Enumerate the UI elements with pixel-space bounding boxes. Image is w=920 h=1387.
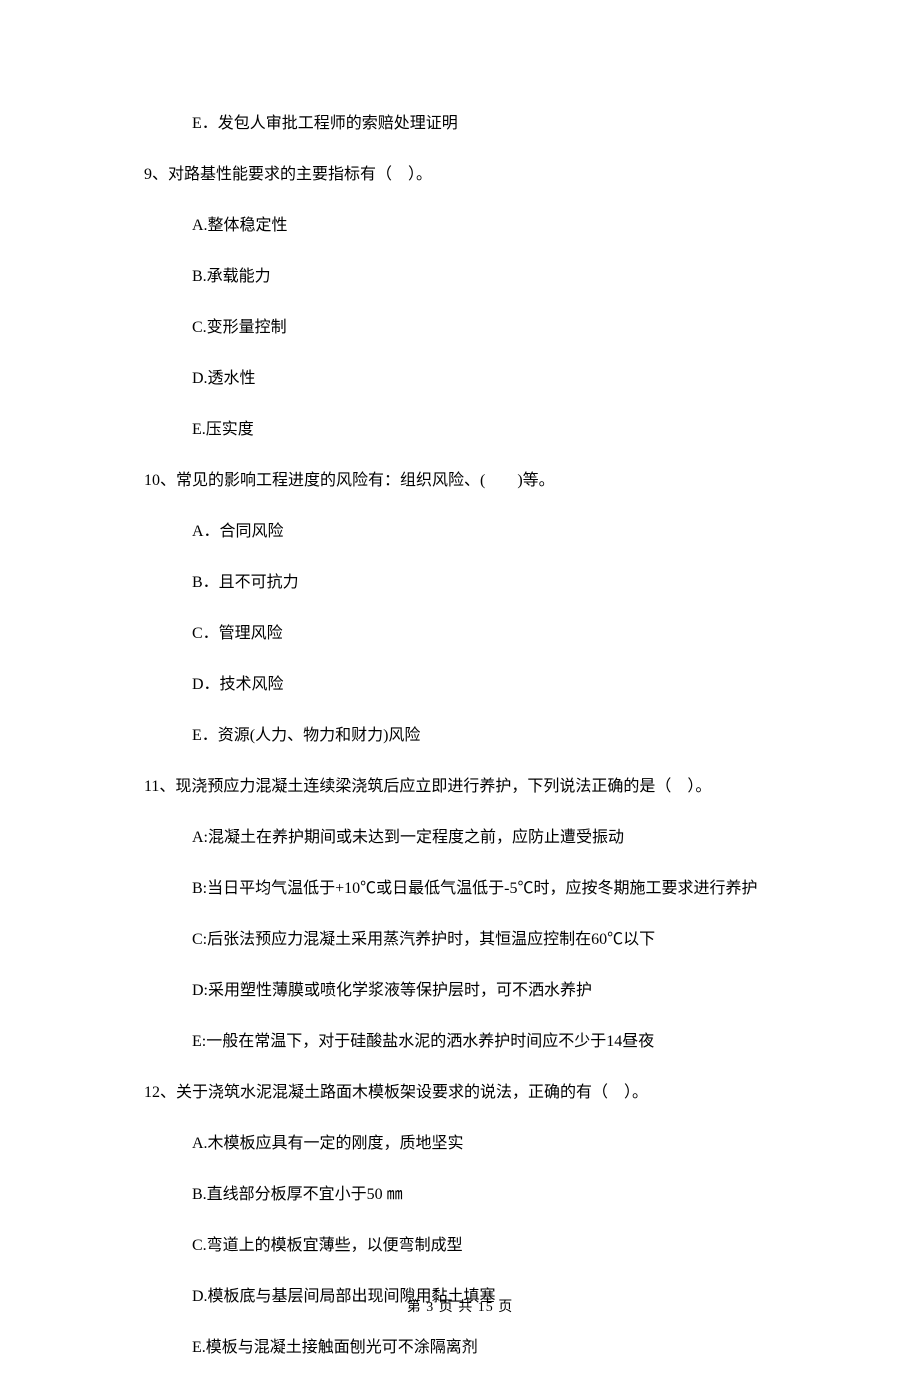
question-12-option-c: C.弯道上的模板宜薄些，以便弯制成型 (144, 1234, 812, 1258)
question-10-option-d: D．技术风险 (144, 673, 812, 697)
question-11-option-c: C:后张法预应力混凝土采用蒸汽养护时，其恒温应控制在60℃以下 (144, 928, 812, 952)
question-9-stem: 9、对路基性能要求的主要指标有（ ）。 (144, 163, 812, 187)
question-10-option-b: B．且不可抗力 (144, 571, 812, 595)
document-page: E．发包人审批工程师的索赔处理证明 9、对路基性能要求的主要指标有（ ）。 A.… (0, 0, 920, 1360)
question-12-option-e: E.模板与混凝土接触面刨光可不涂隔离剂 (144, 1336, 812, 1360)
question-10-option-e: E．资源(人力、物力和财力)风险 (144, 724, 812, 748)
page-footer: 第 3 页 共 15 页 (0, 1297, 920, 1318)
question-9-option-e: E.压实度 (144, 418, 812, 442)
question-9-option-c: C.变形量控制 (144, 316, 812, 340)
question-11-stem: 11、现浇预应力混凝土连续梁浇筑后应立即进行养护，下列说法正确的是（ ）。 (144, 775, 812, 799)
question-11-option-b: B:当日平均气温低于+10℃或日最低气温低于-5℃时，应按冬期施工要求进行养护 (144, 877, 812, 901)
question-12-stem: 12、关于浇筑水泥混凝土路面木模板架设要求的说法，正确的有（ ）。 (144, 1081, 812, 1105)
question-11-option-a: A:混凝土在养护期间或未达到一定程度之前，应防止遭受振动 (144, 826, 812, 850)
question-12-option-a: A.木模板应具有一定的刚度，质地坚实 (144, 1132, 812, 1156)
question-12-option-b: B.直线部分板厚不宜小于50 ㎜ (144, 1183, 812, 1207)
question-11-option-d: D:采用塑性薄膜或喷化学浆液等保护层时，可不洒水养护 (144, 979, 812, 1003)
prev-option-e: E．发包人审批工程师的索赔处理证明 (144, 112, 812, 136)
question-9-option-d: D.透水性 (144, 367, 812, 391)
question-10-option-c: C．管理风险 (144, 622, 812, 646)
question-10-option-a: A．合同风险 (144, 520, 812, 544)
question-9-option-a: A.整体稳定性 (144, 214, 812, 238)
question-9-option-b: B.承载能力 (144, 265, 812, 289)
question-11-option-e: E:一般在常温下，对于硅酸盐水泥的洒水养护时间应不少于14昼夜 (144, 1030, 812, 1054)
question-10-stem: 10、常见的影响工程进度的风险有：组织风险、( )等。 (144, 469, 812, 493)
